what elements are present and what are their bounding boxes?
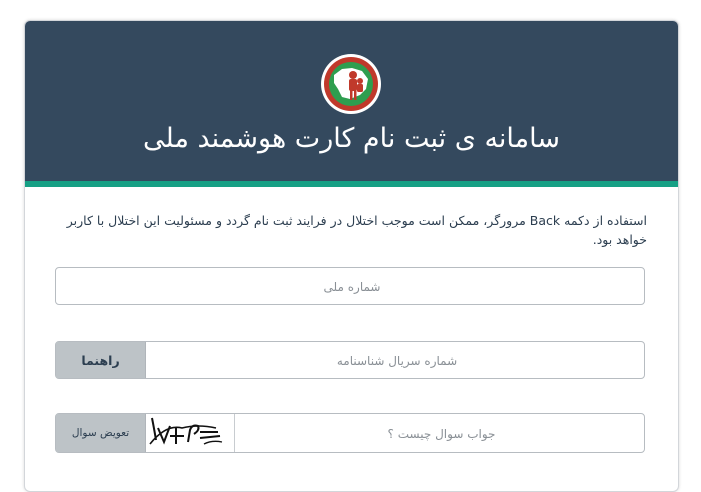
header: سامانه ی ثبت نام کارت هوشمند ملی bbox=[25, 21, 678, 183]
header-accent-strip bbox=[25, 181, 678, 187]
refresh-captcha-button[interactable]: تعویض سوال bbox=[56, 414, 146, 452]
national-id-field bbox=[55, 267, 648, 306]
serial-input[interactable] bbox=[146, 342, 648, 380]
captcha-field: تعویض سوال bbox=[55, 413, 648, 454]
serial-field: راهنما bbox=[55, 341, 648, 380]
help-button[interactable]: راهنما bbox=[56, 342, 146, 378]
national-id-input[interactable] bbox=[56, 268, 648, 306]
national-smart-card-logo-icon bbox=[321, 54, 381, 114]
page-title: سامانه ی ثبت نام کارت هوشمند ملی bbox=[143, 123, 560, 154]
captcha-answer-input[interactable] bbox=[235, 414, 648, 454]
captcha-image-icon bbox=[146, 414, 235, 452]
login-card: سامانه ی ثبت نام کارت هوشمند ملی استفاده… bbox=[24, 20, 679, 492]
back-button-notice: استفاده از دکمه Back مرورگر، ممکن است مو… bbox=[66, 213, 647, 247]
